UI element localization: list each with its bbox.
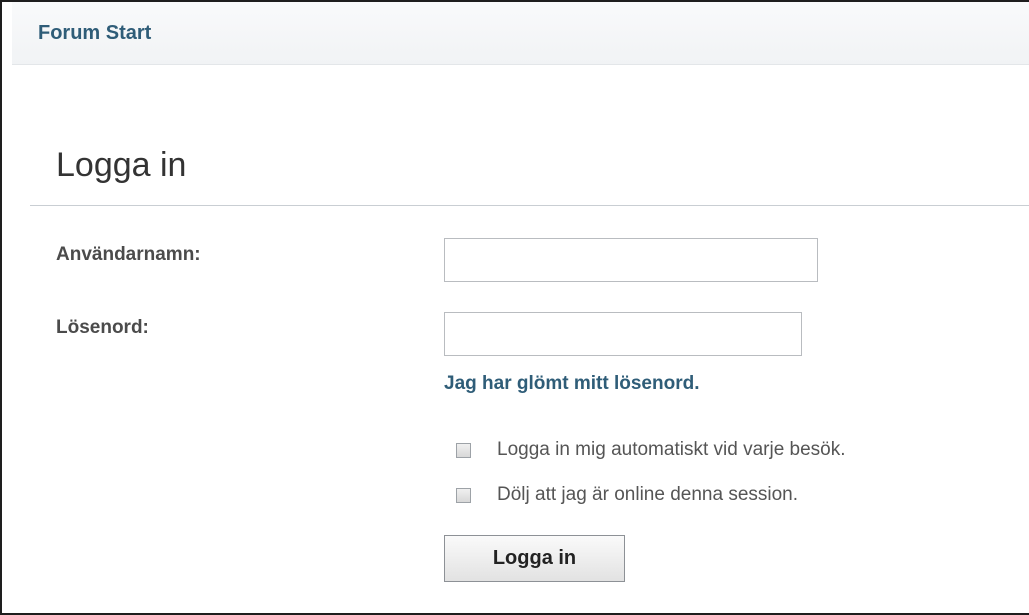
forgot-password-link[interactable]: Jag har glömt mitt lösenord. [444,373,699,395]
login-submit-button[interactable]: Logga in [444,535,625,582]
page-frame [0,0,1029,615]
hide-online-label: Dölj att jag är online denna session. [497,484,799,505]
autologin-label: Logga in mig automatiskt vid varje besök… [497,439,846,460]
password-label: Lösenord: [56,317,149,338]
username-label: Användarnamn: [56,244,201,265]
username-input[interactable] [444,238,818,282]
top-navigation-bar: Forum Start [12,2,1029,65]
forum-start-link[interactable]: Forum Start [38,22,151,45]
title-divider [30,205,1029,206]
hide-online-checkbox[interactable] [456,487,471,503]
autologin-option: Logga in mig automatiskt vid varje besök… [456,437,846,463]
autologin-checkbox[interactable] [456,442,471,458]
hide-online-option: Dölj att jag är online denna session. [456,482,798,508]
page-title: Logga in [56,146,187,184]
password-input[interactable] [444,312,802,356]
